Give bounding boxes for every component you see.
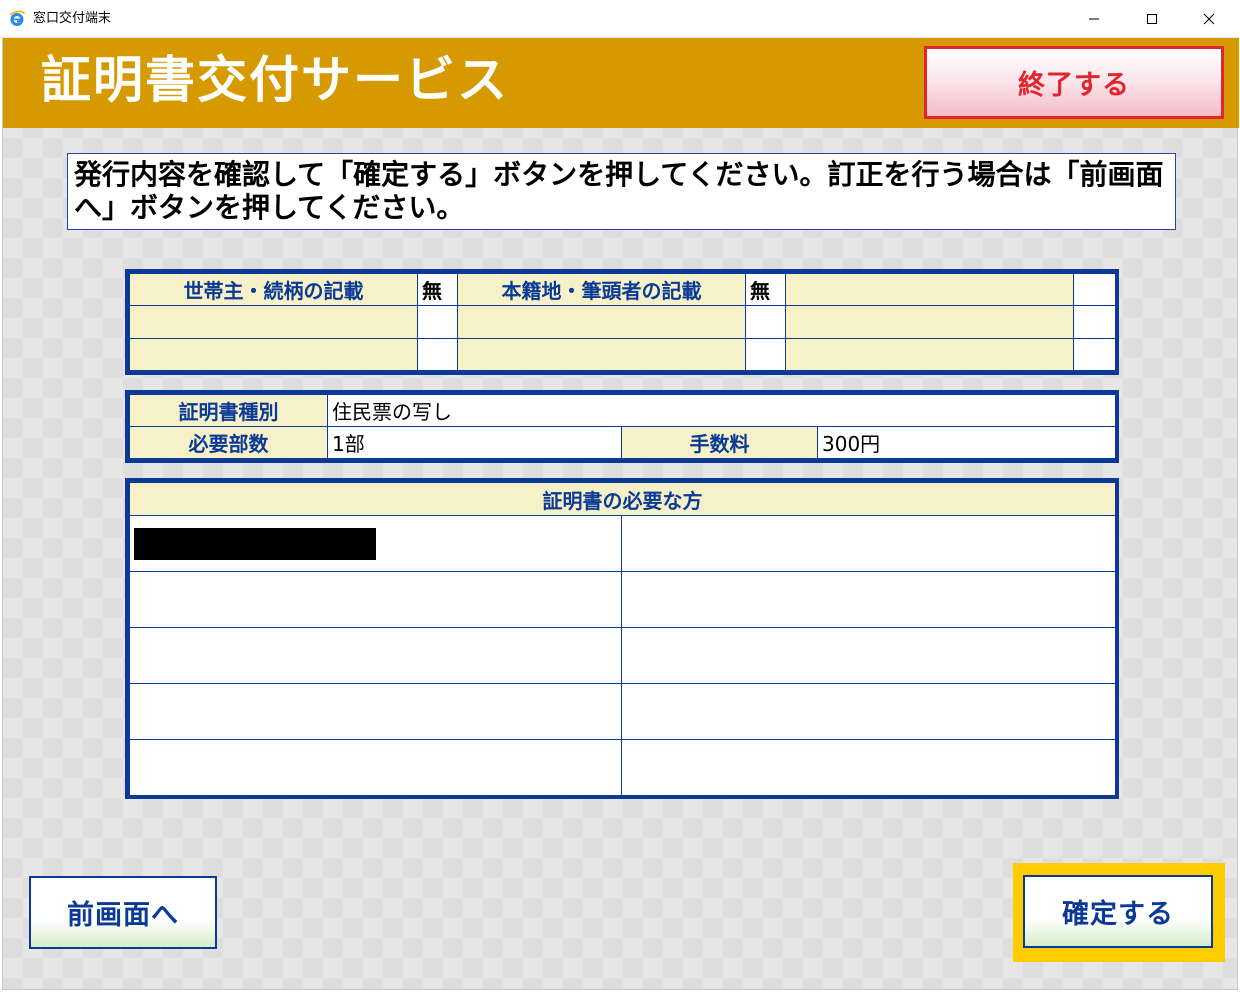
end-button[interactable]: 終了する [924, 46, 1224, 119]
empty-value-cell [417, 337, 458, 372]
person-cell [129, 683, 622, 740]
empty-label-cell [785, 272, 1074, 307]
certificate-type-label: 証明書種別 [129, 394, 328, 427]
person-cell [129, 571, 622, 628]
person-cell [621, 627, 1116, 684]
close-button[interactable] [1186, 0, 1232, 38]
minimize-icon [1089, 18, 1099, 20]
client-area: 証明書交付サービス 終了する 発行内容を確認して「確定する」ボタンを押してくださ… [2, 38, 1239, 990]
redacted-name-block [134, 527, 376, 560]
empty-label-cell [457, 305, 746, 339]
empty-value-cell [1073, 272, 1116, 307]
domicile-value: 無 [745, 272, 786, 307]
household-value: 無 [417, 272, 458, 307]
person-cell [621, 683, 1116, 740]
confirm-highlight: 確定する [1013, 863, 1225, 962]
empty-value-cell [417, 305, 458, 339]
persons-header: 証明書の必要な方 [129, 482, 1116, 516]
empty-label-cell [457, 337, 746, 372]
person-cell [129, 515, 622, 572]
instruction-message: 発行内容を確認して「確定する」ボタンを押してください。訂正を行う場合は「前画面へ… [67, 153, 1176, 230]
empty-value-cell [745, 337, 786, 372]
empty-label-cell [129, 305, 418, 339]
window-titlebar: 窓口交付端末 [0, 0, 1240, 38]
confirm-button[interactable]: 確定する [1023, 875, 1213, 948]
maximize-icon [1147, 14, 1157, 24]
copies-label: 必要部数 [129, 426, 328, 459]
empty-value-cell [1073, 337, 1116, 372]
empty-value-cell [745, 305, 786, 339]
record-options-table: 世帯主・続柄の記載 無 本籍地・筆頭者の記載 無 [125, 269, 1119, 375]
person-cell [621, 571, 1116, 628]
previous-screen-button[interactable]: 前画面へ [29, 876, 217, 949]
empty-label-cell [129, 337, 418, 372]
page-title: 証明書交付サービス [41, 51, 509, 109]
empty-label-cell [785, 337, 1074, 372]
certificate-type-value: 住民票の写し [327, 394, 1116, 427]
header-band: 証明書交付サービス 終了する [3, 38, 1239, 128]
certificate-info-table: 証明書種別 住民票の写し 必要部数 1部 手数料 300円 [125, 390, 1119, 463]
person-cell [621, 515, 1116, 572]
minimize-button[interactable] [1071, 0, 1117, 38]
window-title: 窓口交付端末 [33, 11, 112, 26]
person-cell [621, 739, 1116, 796]
fee-label: 手数料 [621, 426, 818, 459]
person-cell [129, 739, 622, 796]
fee-value: 300円 [817, 426, 1116, 459]
maximize-button[interactable] [1129, 0, 1175, 38]
empty-label-cell [785, 305, 1074, 339]
required-persons-table: 証明書の必要な方 [125, 478, 1119, 799]
ie-e-icon [9, 10, 25, 26]
domicile-label: 本籍地・筆頭者の記載 [457, 272, 746, 307]
close-icon [1203, 13, 1215, 25]
empty-value-cell [1073, 305, 1116, 339]
copies-value: 1部 [327, 426, 622, 459]
household-label: 世帯主・続柄の記載 [129, 272, 418, 307]
person-cell [129, 627, 622, 684]
